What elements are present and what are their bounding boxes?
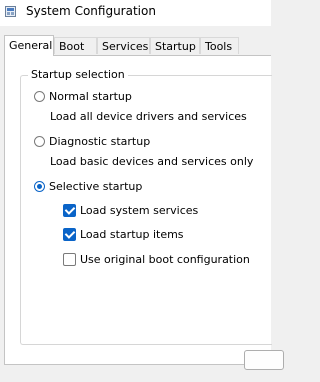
- normal-startup-label: Normal startup: [49, 90, 132, 103]
- tab-services[interactable]: Services: [97, 37, 150, 54]
- normal-startup-radio-indicator[interactable]: [34, 91, 45, 102]
- startup-selection-group: Startup selection Normal startup Load al…: [20, 68, 272, 345]
- diagnostic-startup-description: Load basic devices and services only: [50, 155, 254, 168]
- use-original-boot-config-check-indicator[interactable]: [63, 253, 76, 266]
- normal-startup-radio[interactable]: Normal startup: [34, 90, 132, 103]
- system-config-icon: [5, 6, 16, 17]
- startup-selection-legend: Startup selection: [28, 68, 128, 81]
- normal-startup-description: Load all device drivers and services: [50, 110, 247, 123]
- tab-startup[interactable]: Startup: [150, 37, 200, 54]
- selective-startup-radio[interactable]: Selective startup: [34, 180, 142, 193]
- diagnostic-startup-radio-indicator[interactable]: [34, 136, 45, 147]
- window-title: System Configuration: [26, 4, 156, 18]
- tab-general[interactable]: General: [4, 35, 54, 56]
- tab-tools[interactable]: Tools: [200, 37, 239, 54]
- use-original-boot-config-checkbox[interactable]: Use original boot configuration: [63, 253, 250, 266]
- load-startup-items-check-indicator[interactable]: [63, 228, 76, 241]
- load-startup-items-label: Load startup items: [80, 228, 184, 241]
- selective-startup-radio-indicator[interactable]: [34, 181, 45, 192]
- tab-strip: General Boot Services Startup Tools: [4, 35, 271, 56]
- general-tab-panel: Startup selection Normal startup Load al…: [4, 55, 272, 365]
- diagnostic-startup-label: Diagnostic startup: [49, 135, 151, 148]
- selective-startup-label: Selective startup: [49, 180, 143, 193]
- dialog-button[interactable]: [244, 350, 284, 370]
- title-bar[interactable]: System Configuration: [0, 0, 271, 26]
- use-original-boot-config-label: Use original boot configuration: [80, 253, 250, 266]
- load-system-services-check-indicator[interactable]: [63, 204, 76, 217]
- load-system-services-checkbox[interactable]: Load system services: [63, 204, 198, 217]
- load-startup-items-checkbox[interactable]: Load startup items: [63, 228, 184, 241]
- tab-boot[interactable]: Boot: [54, 37, 97, 54]
- load-system-services-label: Load system services: [80, 204, 199, 217]
- diagnostic-startup-radio[interactable]: Diagnostic startup: [34, 135, 150, 148]
